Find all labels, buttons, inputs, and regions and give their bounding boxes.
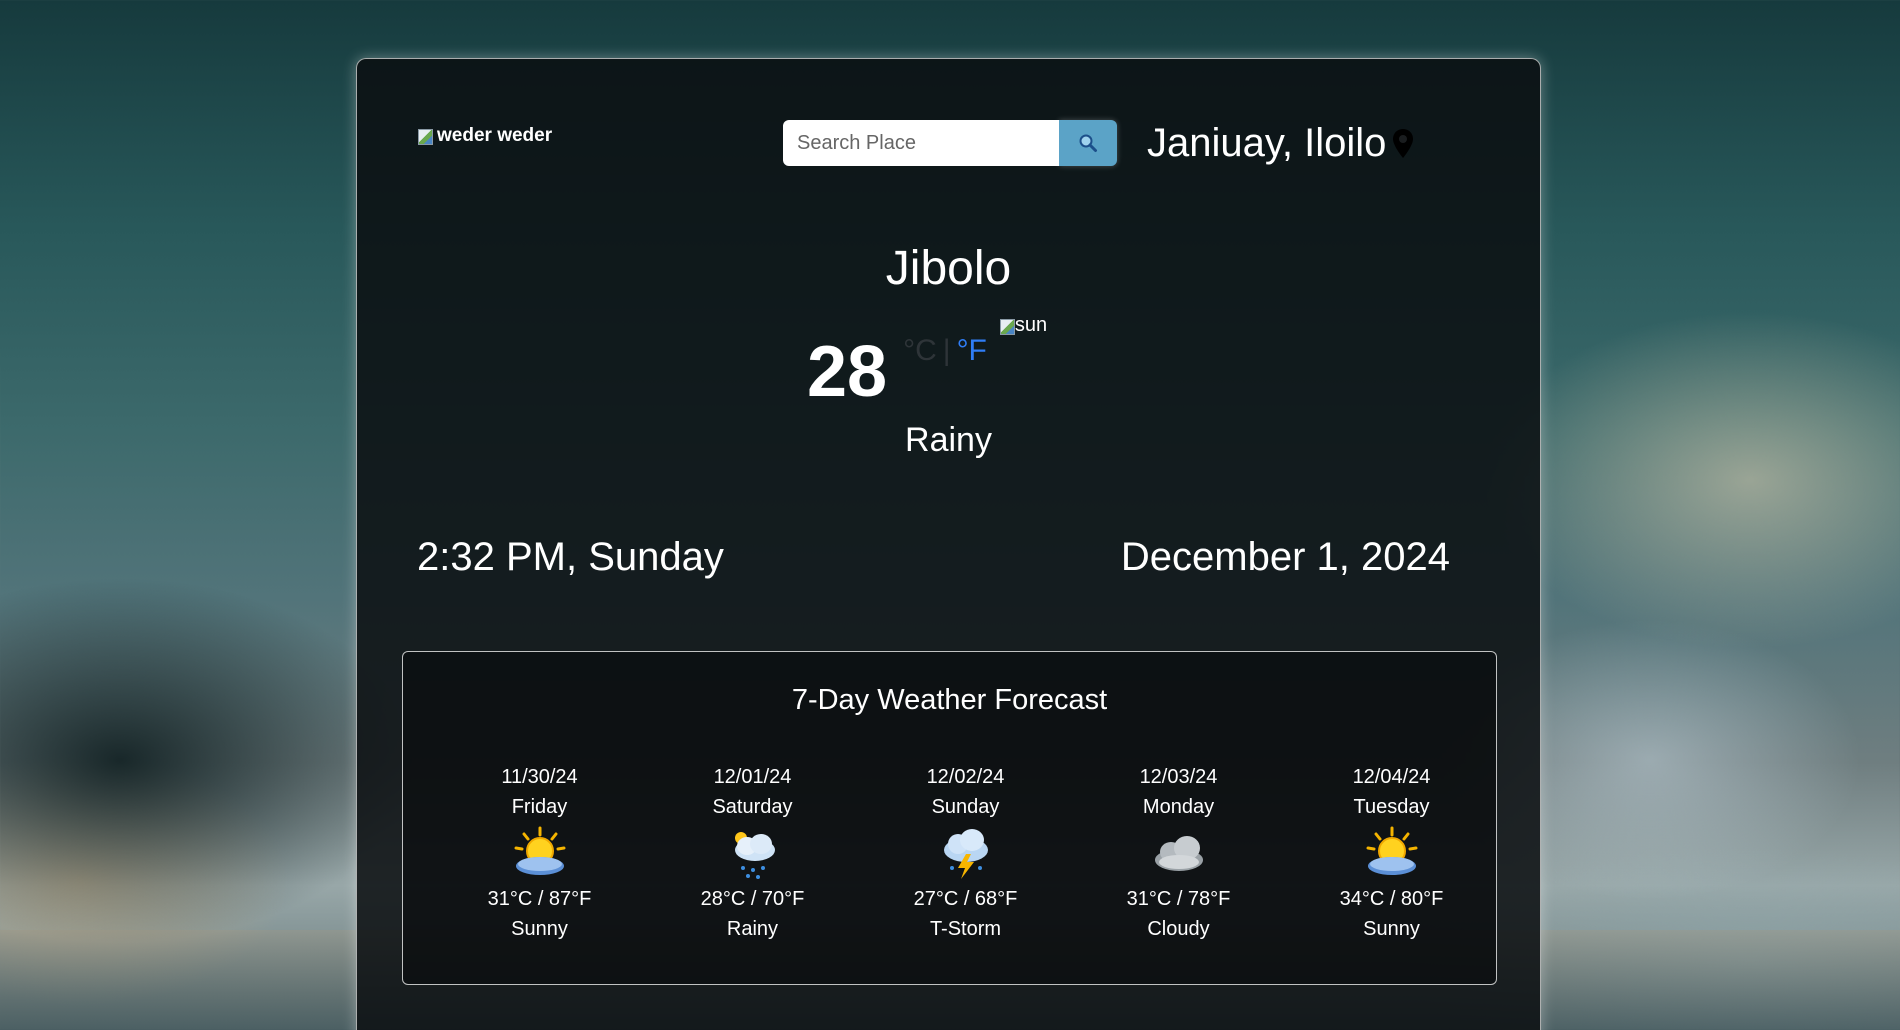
current-date: December 1, 2024 — [1120, 535, 1450, 579]
location-label: Janiuay, Iloilo — [1147, 121, 1387, 165]
rain-cloud-icon — [646, 822, 859, 884]
forecast-date: 12/01/24 — [713, 766, 792, 788]
forecast-day: 11/30/24 Friday 31°C / 87°F Sunny — [433, 762, 646, 944]
weather-icon-broken: sun — [999, 314, 1047, 337]
forecast-condition: Sunny — [1363, 918, 1420, 940]
weather-icon-alt-text: sun — [1014, 314, 1048, 336]
temperature-value: 28 — [807, 332, 888, 412]
forecast-condition: T-Storm — [929, 918, 1002, 940]
forecast-date: 12/02/24 — [926, 766, 1005, 788]
forecast-title: 7-Day Weather Forecast — [791, 684, 1108, 716]
forecast-temps: 31°C / 87°F — [487, 888, 592, 910]
forecast-date: 11/30/24 — [501, 766, 578, 788]
forecast-weekday: Monday — [1142, 796, 1215, 818]
forecast-condition: Cloudy — [1147, 918, 1210, 940]
search-bar — [783, 120, 1117, 166]
forecast-temps: 31°C / 78°F — [1126, 888, 1231, 910]
search-button[interactable] — [1059, 120, 1117, 166]
broken-image-icon — [417, 127, 433, 145]
unit-toggle: °C | °F — [903, 334, 987, 368]
current-time: 2:32 PM, Sunday — [417, 535, 724, 579]
temperature-row: 28 °C | °F sun — [807, 314, 1047, 412]
map-pin-icon — [1393, 128, 1414, 158]
forecast-temps: 28°C / 70°F — [700, 888, 805, 910]
cloud-icon — [1072, 822, 1285, 884]
logo-alt-text: weder weder — [437, 125, 553, 146]
forecast-condition: Sunny — [511, 918, 568, 940]
thunderstorm-icon — [859, 822, 1072, 884]
forecast-day: 12/01/24 Saturday 28°C / 70°F Rainy — [646, 762, 859, 944]
forecast-temps: 27°C / 68°F — [913, 888, 1018, 910]
forecast-weekday: Sunday — [931, 796, 1000, 818]
logo[interactable]: weder weder — [417, 125, 552, 147]
sun-cloud-icon — [433, 822, 646, 884]
forecast-weekday: Saturday — [712, 796, 793, 818]
forecast-date: 12/03/24 — [1139, 766, 1218, 788]
fahrenheit-toggle[interactable]: °F — [957, 334, 987, 367]
forecast-days: 11/30/24 Friday 31°C / 87°F Sunny 12/01/… — [433, 762, 1498, 944]
search-input[interactable] — [783, 120, 1059, 166]
current-condition: Rainy — [905, 421, 992, 459]
forecast-weekday: Tuesday — [1353, 796, 1430, 818]
forecast-weekday: Friday — [511, 796, 568, 818]
forecast-day: 12/03/24 Monday 31°C / 78°F Cloudy — [1072, 762, 1285, 944]
forecast-panel: 7-Day Weather Forecast 11/30/24 Friday 3… — [402, 651, 1497, 985]
current-location[interactable]: Janiuay, Iloilo — [1147, 121, 1414, 166]
forecast-day: 12/04/24 Tuesday 34°C / 80°F Sunny — [1285, 762, 1498, 944]
unit-separator: | — [942, 334, 951, 367]
broken-image-icon — [999, 317, 1015, 335]
celsius-toggle[interactable]: °C — [903, 334, 937, 367]
forecast-day: 12/02/24 Sunday 27°C / 68°F T-Storm — [859, 762, 1072, 944]
forecast-date: 12/04/24 — [1352, 766, 1431, 788]
city-name: Jibolo — [885, 242, 1012, 295]
search-icon — [1079, 134, 1097, 152]
forecast-temps: 34°C / 80°F — [1339, 888, 1444, 910]
sun-cloud-icon — [1285, 822, 1498, 884]
forecast-condition: Rainy — [726, 918, 779, 940]
weather-card: weder weder Janiuay, Iloilo Jibolo 28 °C… — [356, 58, 1541, 1030]
